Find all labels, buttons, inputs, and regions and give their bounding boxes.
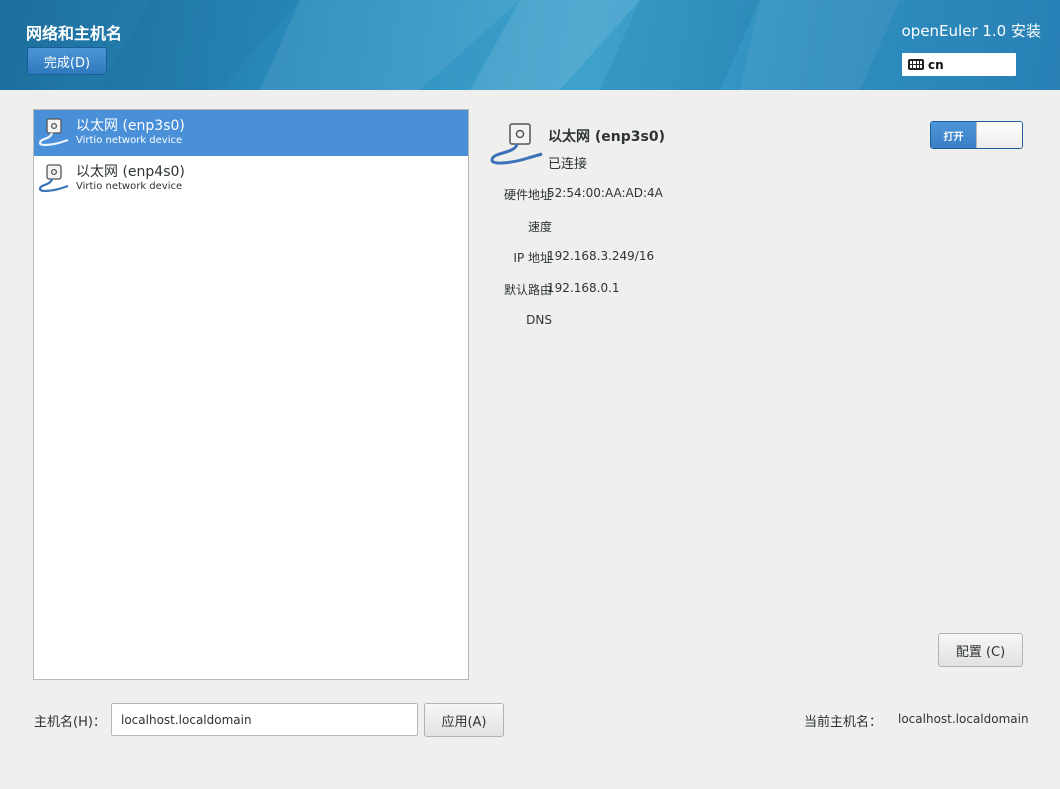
info-label: 硬件地址: [503, 188, 552, 202]
connection-status: 已连接: [548, 157, 588, 172]
device-description: Virtio network device: [76, 181, 183, 192]
device-row-enp3s0[interactable]: 以太网 (enp3s0) Virtio network device: [34, 110, 468, 156]
current-hostname-value: localhost.localdomain: [898, 712, 1029, 726]
apply-button[interactable]: 应用(A): [424, 703, 504, 737]
header-decoration: [100, 0, 900, 90]
page-title: 网络和主机名: [26, 24, 123, 43]
info-label: 速度: [527, 220, 552, 234]
product-title: openEuler 1.0 安装: [901, 22, 1041, 40]
toggle-on-label: 打开: [931, 122, 976, 148]
keyboard-layout-indicator[interactable]: cn: [902, 53, 1016, 76]
keyboard-icon: [908, 59, 924, 70]
info-value: 192.168.0.1: [547, 281, 620, 295]
toggle-knob[interactable]: [976, 122, 1022, 148]
device-description: Virtio network device: [76, 135, 183, 146]
ethernet-icon: [38, 164, 69, 193]
network-device-list[interactable]: 以太网 (enp3s0) Virtio network device 以太网 (…: [33, 109, 469, 680]
info-label: DNS: [526, 313, 552, 327]
info-value: 192.168.3.249/16: [547, 249, 655, 263]
current-hostname-label: 当前主机名：: [804, 715, 883, 730]
configure-button[interactable]: 配置 (C): [938, 633, 1023, 667]
done-button[interactable]: 完成(D): [27, 47, 107, 75]
ethernet-icon: [38, 118, 69, 147]
hostname-label: 主机名(H)：: [34, 715, 106, 730]
device-detail-title: 以太网 (enp3s0): [548, 129, 665, 145]
connection-toggle-switch[interactable]: 打开: [930, 121, 1023, 149]
device-name: 以太网 (enp3s0): [76, 118, 185, 134]
ethernet-large-icon: [490, 123, 543, 165]
hostname-input[interactable]: [111, 703, 418, 736]
keyboard-layout-label: cn: [928, 57, 944, 72]
device-row-enp4s0[interactable]: 以太网 (enp4s0) Virtio network device: [34, 156, 468, 202]
device-name: 以太网 (enp4s0): [76, 164, 185, 180]
info-label: 默认路由: [503, 283, 552, 297]
info-value: 52:54:00:AA:AD:4A: [547, 186, 663, 200]
header-bar: 网络和主机名 完成(D) openEuler 1.0 安装 cn: [0, 0, 1060, 90]
